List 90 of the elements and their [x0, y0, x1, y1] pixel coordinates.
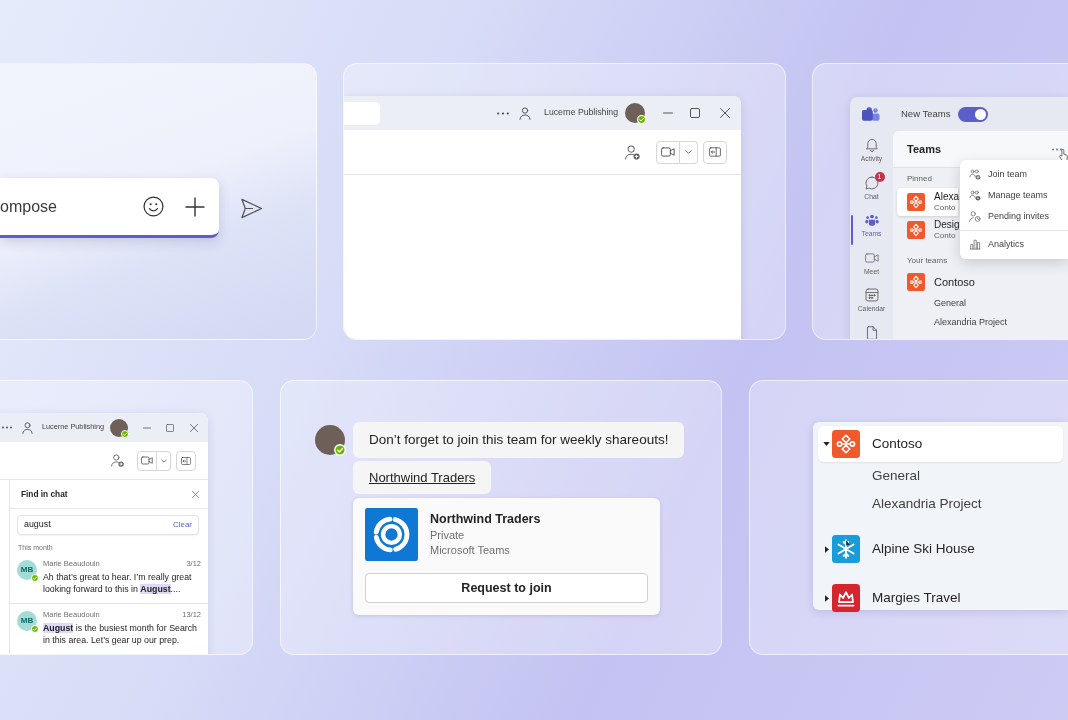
- card-privacy: Private: [430, 528, 466, 543]
- status-check-icon: [31, 574, 39, 582]
- maximize-icon[interactable]: [166, 423, 174, 432]
- team-name: Contoso: [934, 276, 975, 288]
- video-call-button[interactable]: [137, 450, 157, 471]
- card-title: Northwind Traders: [430, 511, 541, 527]
- message-bubble: Don’t forget to join this team for weekly shareouts!: [353, 422, 685, 458]
- team-row[interactable]: Desig Conto: [897, 216, 958, 244]
- message-text: August is the busiest month for Search in this area. Let’s gear up our prep.: [43, 622, 198, 646]
- person-icon[interactable]: [519, 106, 532, 120]
- bar-chart-icon: [969, 239, 981, 250]
- caret-down-icon[interactable]: [823, 442, 830, 446]
- side-panel-icon: [181, 456, 191, 465]
- video-camera-icon: [661, 147, 675, 157]
- compose-field[interactable]: ompose: [0, 191, 143, 222]
- status-check-icon: [31, 625, 39, 633]
- bell-icon: [864, 138, 879, 152]
- side-panel-button[interactable]: [703, 140, 727, 164]
- caret-right-icon[interactable]: [824, 545, 829, 553]
- video-camera-icon: [141, 456, 153, 465]
- compose-box[interactable]: ompose: [0, 178, 219, 238]
- team-row[interactable]: Margies Travel: [818, 580, 1063, 616]
- close-icon[interactable]: [720, 108, 730, 118]
- ring-logo-icon: [365, 508, 418, 561]
- team-row[interactable]: Contoso: [818, 426, 1063, 462]
- team-row[interactable]: Alpine Ski House: [818, 531, 1063, 567]
- channel-item[interactable]: General: [813, 462, 1068, 490]
- plus-icon[interactable]: [185, 196, 205, 217]
- chat-icon: [864, 175, 879, 190]
- more-icon[interactable]: [1052, 147, 1062, 151]
- chevron-down-icon: [160, 458, 167, 463]
- caret-right-icon[interactable]: [824, 594, 829, 602]
- file-icon: [864, 325, 879, 339]
- pane-title: Find in chat: [21, 487, 68, 501]
- card-source: Microsoft Teams: [430, 543, 511, 558]
- knot-logo-icon: [907, 273, 925, 291]
- app-label: New Teams: [901, 106, 951, 121]
- team-subtitle: Conto: [934, 203, 957, 213]
- request-button[interactable]: Request to join: [365, 573, 648, 603]
- team-row[interactable]: Contoso: [897, 270, 1064, 294]
- search-field[interactable]: august Clear: [17, 515, 199, 535]
- add-person-icon[interactable]: [111, 454, 124, 467]
- menu-item[interactable]: Join team: [960, 164, 1068, 185]
- status-check-icon: [637, 115, 646, 124]
- channel-item[interactable]: Alexandria Project: [893, 313, 1068, 332]
- search-field[interactable]: [344, 101, 380, 125]
- initials-avatar: MB: [17, 611, 37, 631]
- message-text: Ah that’s great to hear. I’m really great looking forward to this in August....: [43, 571, 193, 595]
- person-clock-icon: [969, 211, 981, 222]
- side-panel-button[interactable]: [176, 450, 196, 471]
- knot-logo-icon: [907, 193, 925, 211]
- video-camera-icon: [864, 250, 879, 265]
- knot-logo-icon: [907, 221, 925, 239]
- menu-item[interactable]: Manage teams: [960, 185, 1068, 206]
- people-gear-icon: [969, 190, 981, 201]
- menu-item[interactable]: Analytics: [960, 234, 1068, 255]
- section-label: Your teams: [907, 256, 948, 266]
- menu-item[interactable]: Pending invites: [960, 206, 1068, 227]
- add-person-icon[interactable]: [625, 144, 640, 160]
- emoji-icon[interactable]: [143, 196, 164, 217]
- team-name: Alexa: [934, 191, 959, 203]
- people-add-icon: [969, 169, 981, 180]
- send-icon[interactable]: [240, 197, 263, 219]
- pane-title: Teams: [907, 141, 942, 157]
- status-check-icon: [334, 444, 346, 456]
- app-logo-icon: [862, 106, 880, 122]
- team-subtitle: Conto: [934, 231, 957, 241]
- more-icon[interactable]: [497, 111, 510, 115]
- channel-item[interactable]: Alexandria Project: [813, 490, 1068, 518]
- more-icon[interactable]: [2, 426, 12, 429]
- close-icon[interactable]: [190, 423, 198, 432]
- maximize-icon[interactable]: [690, 108, 700, 118]
- people-icon: [864, 213, 879, 227]
- team-row[interactable]: Alexa Conto: [897, 188, 958, 216]
- team-link[interactable]: Northwind Traders: [369, 467, 476, 488]
- toggle-switch[interactable]: [958, 106, 989, 122]
- channel-item[interactable]: General: [893, 294, 1068, 313]
- team-name: Desig: [934, 219, 960, 231]
- initials-avatar: MB: [17, 560, 37, 580]
- side-panel-icon: [709, 147, 721, 157]
- close-icon[interactable]: [192, 490, 199, 498]
- chevron-down-icon: [685, 150, 692, 154]
- status-check-icon: [121, 429, 130, 438]
- person-icon[interactable]: [22, 421, 33, 434]
- clear-link[interactable]: Clear: [172, 519, 192, 531]
- account-name: Lucerne Publishing: [544, 106, 618, 120]
- video-call-button[interactable]: [656, 140, 680, 164]
- avatar-photo: [110, 418, 129, 437]
- section-label: Pinned: [907, 174, 932, 184]
- calendar-icon: [864, 288, 879, 302]
